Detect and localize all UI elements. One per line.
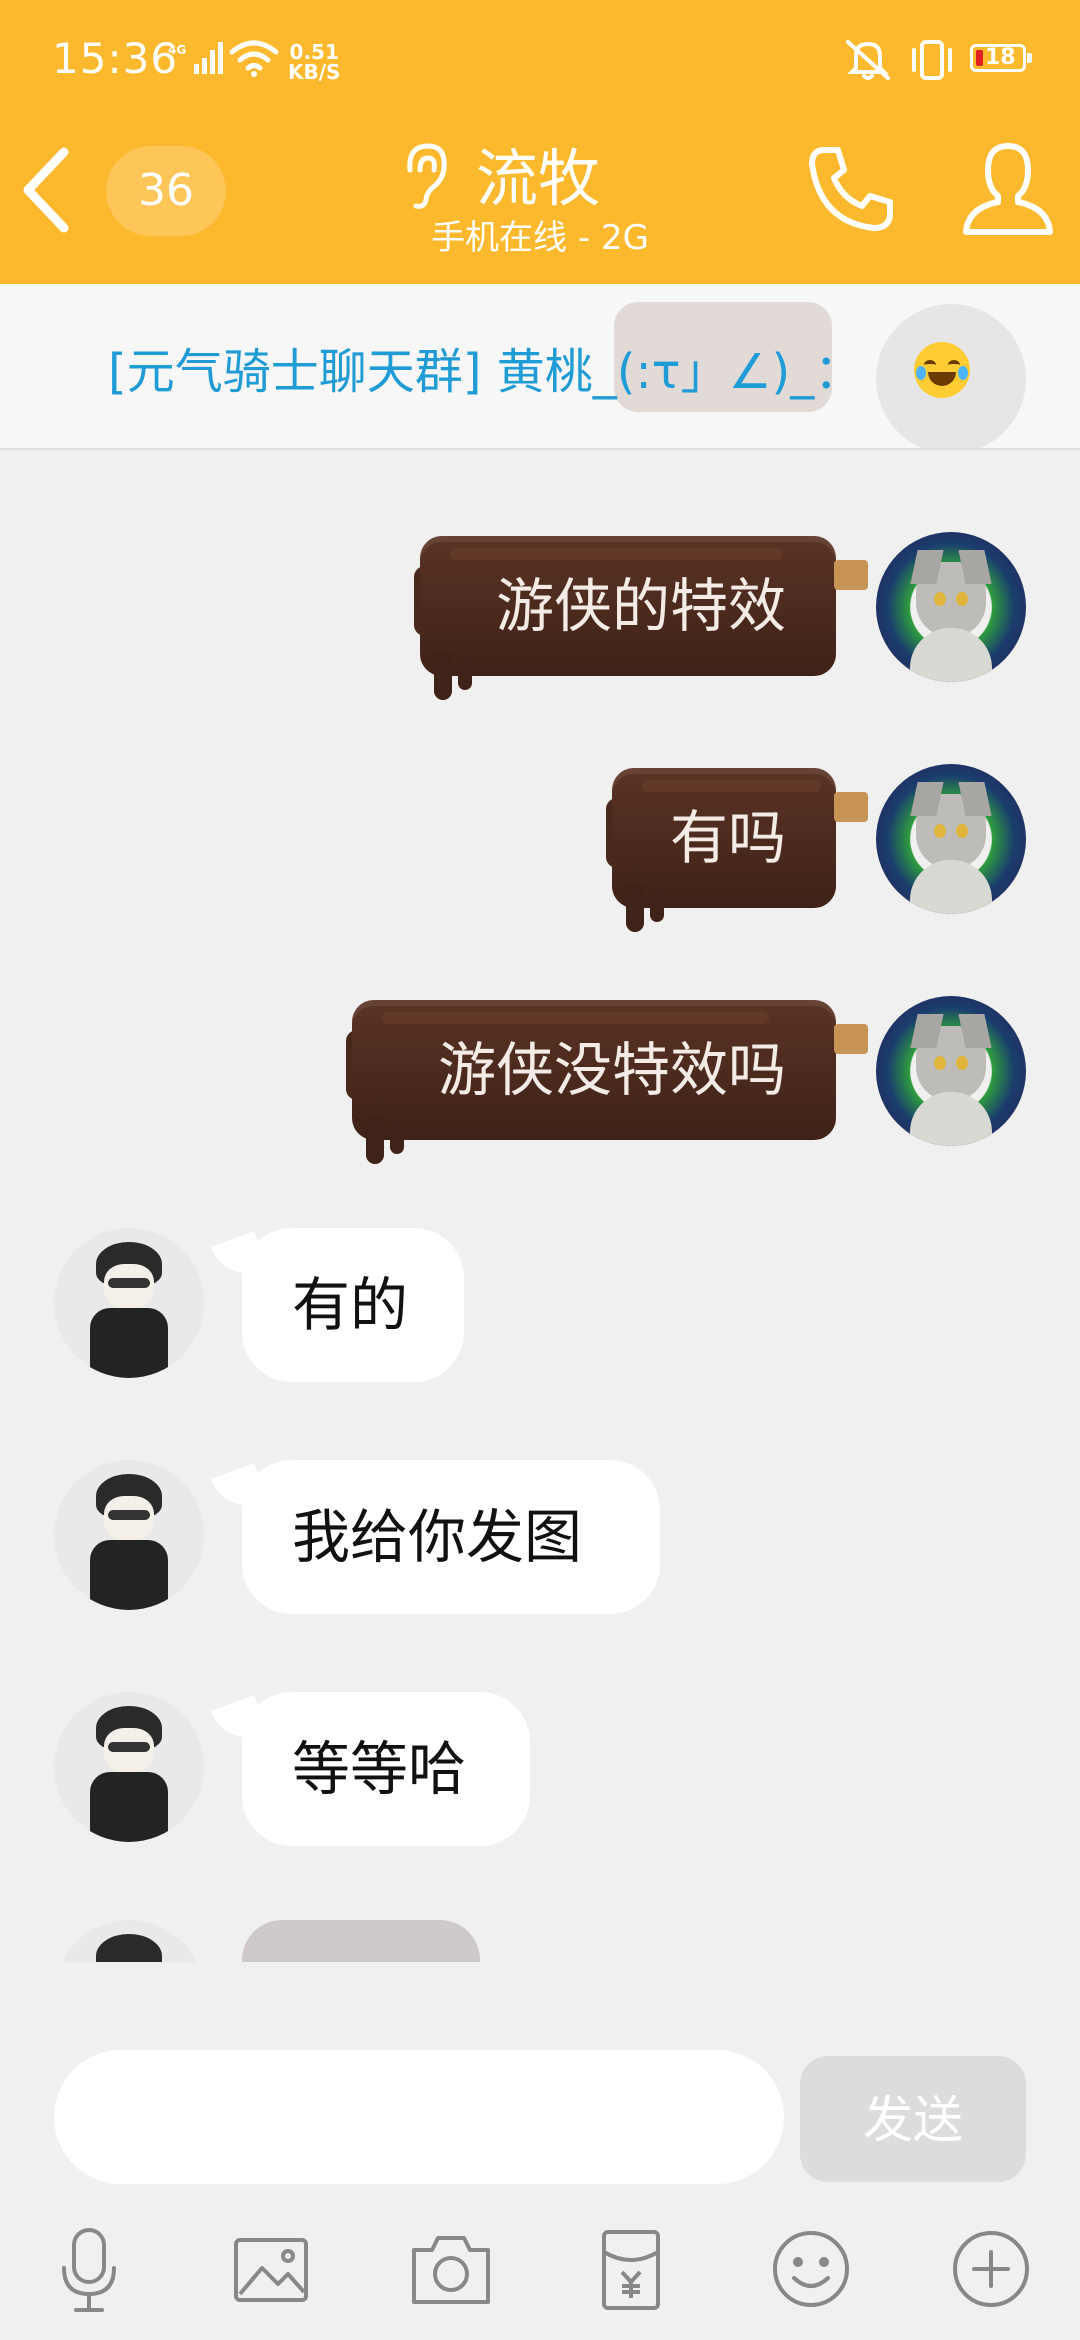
contact-avatar[interactable] [54, 1228, 204, 1378]
ear-icon[interactable] [398, 140, 452, 214]
notification-text: [元气骑士聊天群] 黄桃_(:τ」∠)_： [108, 344, 863, 400]
battery-level: 18 [985, 45, 1016, 70]
image-message-preview[interactable] [242, 1920, 480, 1962]
camera-icon[interactable] [406, 2224, 496, 2314]
image-icon[interactable] [226, 2224, 316, 2314]
signal-label: 4G [168, 43, 186, 57]
message-bubble-in[interactable]: 我给你发图 [242, 1460, 660, 1614]
contact-avatar[interactable] [54, 1920, 204, 1962]
net-speed-value: 0.51 [289, 40, 339, 64]
wifi-icon [228, 38, 280, 82]
contact-avatar[interactable] [54, 1460, 204, 1610]
chat-header: 15:36 4G 0.51 KB/S 18 36 流牧 手机在线 - 2G [0, 0, 1080, 284]
message-bubble-in[interactable]: 有的 [242, 1228, 464, 1382]
vibrate-icon [906, 38, 958, 86]
my-avatar[interactable] [876, 996, 1026, 1146]
message-input[interactable] [54, 2050, 784, 2184]
status-time: 15:36 [52, 34, 179, 83]
net-speed: 0.51 KB/S [288, 42, 340, 82]
person-icon [963, 143, 1053, 235]
status-bar: 15:36 4G 0.51 KB/S 18 [0, 28, 1080, 98]
plus-icon[interactable] [946, 2224, 1036, 2314]
message-text: 游侠没特效吗 [437, 1036, 786, 1104]
notification-banner[interactable]: [元气骑士聊天群] 黄桃_(:τ」∠)_： [0, 284, 1080, 450]
net-speed-unit: KB/S [288, 60, 341, 84]
message-text: 游侠的特效 [495, 572, 786, 640]
laugh-cry-emoji [914, 342, 970, 398]
emoji-icon[interactable] [766, 2224, 856, 2314]
chat-title: 流牧 [476, 142, 601, 215]
signal-icon: 4G [168, 42, 223, 78]
chat-subtitle: 手机在线 - 2G [0, 210, 1080, 259]
partial-message-row [0, 1920, 1080, 1962]
mute-icon [842, 36, 894, 86]
profile-button[interactable] [962, 140, 1054, 244]
message-bubble-out[interactable]: 游侠的特效 [414, 536, 868, 700]
online-status: 手机在线 - 2G [431, 218, 649, 258]
send-button[interactable]: 发送 [800, 2056, 1026, 2182]
phone-icon [809, 147, 893, 231]
contact-avatar[interactable] [54, 1692, 204, 1842]
message-text: 有吗 [669, 804, 786, 872]
battery-icon: 18 [970, 44, 1032, 72]
message-bubble-out[interactable]: 游侠没特效吗 [346, 1000, 868, 1164]
red-packet-icon[interactable] [586, 2224, 676, 2314]
call-button[interactable] [806, 142, 898, 238]
composer: 发送 [0, 1962, 1080, 2340]
message-bubble-out[interactable]: 有吗 [606, 768, 868, 932]
microphone-icon[interactable] [44, 2224, 134, 2314]
message-bubble-in[interactable]: 等等哈 [242, 1692, 530, 1846]
my-avatar[interactable] [876, 764, 1026, 914]
my-avatar[interactable] [876, 532, 1026, 682]
